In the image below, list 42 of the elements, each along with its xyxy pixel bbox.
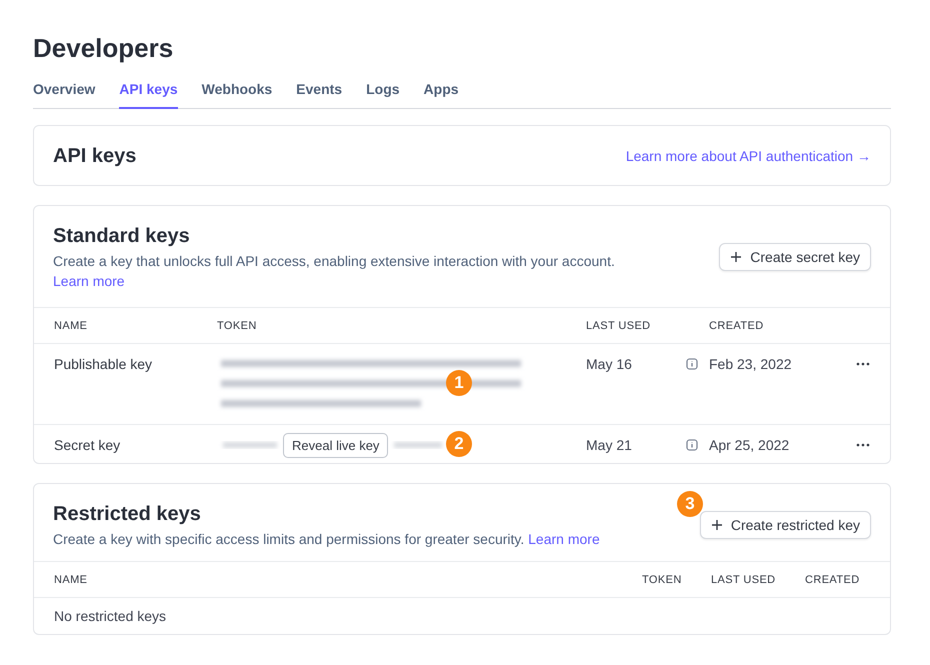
tab[interactable]: Apps: [424, 76, 459, 108]
plus-icon: [730, 251, 742, 263]
column-header: NAME: [54, 320, 88, 332]
create-restricted-key-button[interactable]: Create restricted key: [700, 511, 871, 539]
tab[interactable]: Webhooks: [202, 76, 272, 108]
empty-message: No restricted keys: [54, 608, 166, 624]
reveal-key-button[interactable]: Reveal live key: [283, 432, 388, 458]
learn-more-link[interactable]: Learn more: [53, 273, 125, 289]
section-title: Standard keys: [53, 224, 190, 249]
section-description: Create a key with specific access limits and permissions for greater security. Learn more: [53, 530, 601, 549]
section-title: Restricted keys: [53, 502, 201, 527]
more-icon[interactable]: [856, 362, 870, 366]
section-description: Create a key that unlocks full API access, enabling extensive interaction with your account. Learn more: [53, 252, 616, 291]
column-header: CREATED: [709, 320, 765, 332]
key-name: Publishable key: [54, 355, 154, 374]
last-used-date: May 21: [586, 436, 633, 455]
tab[interactable]: Overview: [33, 76, 96, 108]
column-header: CREATED: [805, 574, 861, 586]
column-header: TOKEN: [217, 320, 258, 332]
callout-badge: 3: [677, 491, 703, 517]
callout-badge: 2: [446, 431, 472, 457]
plus-icon: [710, 519, 723, 531]
column-header: TOKEN: [642, 574, 683, 586]
tab[interactable]: Events: [296, 76, 342, 108]
created-date: Apr 25, 2022: [709, 436, 790, 455]
learn-more-link[interactable]: Learn more: [528, 531, 600, 547]
column-header: LAST USED: [586, 320, 652, 332]
tab[interactable]: API keys: [119, 76, 178, 109]
key-name: Secret key: [54, 436, 122, 455]
create-secret-key-button[interactable]: Create secret key: [719, 243, 871, 271]
info-icon[interactable]: [686, 358, 698, 370]
column-header: NAME: [54, 574, 88, 586]
info-icon[interactable]: [686, 439, 698, 451]
card-title: API keys: [53, 144, 136, 168]
tab[interactable]: Logs: [366, 76, 400, 108]
page-title: Developers: [33, 32, 174, 65]
callout-badge: 1: [446, 370, 472, 396]
auth-link[interactable]: Learn more about API authentication →: [626, 148, 871, 164]
more-icon[interactable]: [856, 443, 870, 447]
last-used-date: May 16: [586, 355, 633, 374]
created-date: Feb 23, 2022: [709, 355, 793, 374]
column-header: LAST USED: [711, 574, 777, 586]
